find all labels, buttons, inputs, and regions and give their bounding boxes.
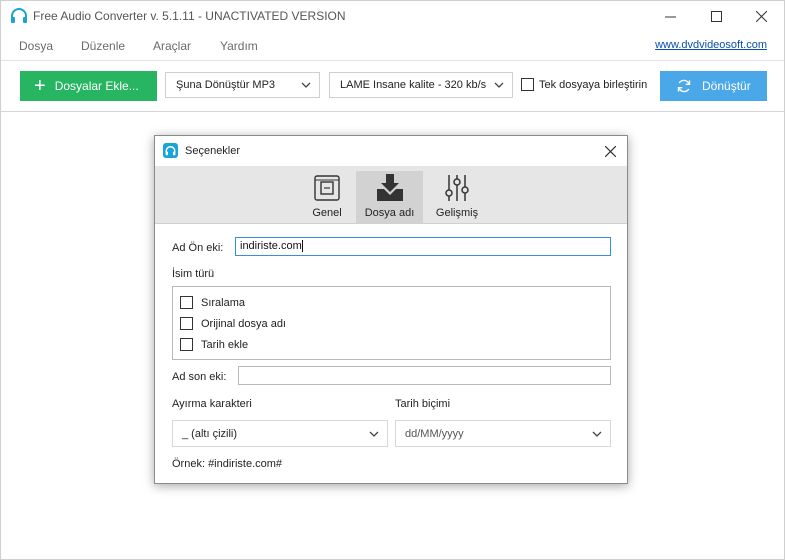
option-label: Tarih ekle	[201, 338, 249, 351]
text-caret	[301, 240, 303, 253]
chevron-down-icon	[369, 431, 379, 437]
option-checkbox[interactable]	[180, 296, 193, 309]
merge-checkbox[interactable]	[521, 78, 534, 91]
option-siralama[interactable]: Sıralama	[180, 296, 245, 309]
window-title: Free Audio Converter v. 5.1.11 - UNACTIV…	[33, 9, 346, 23]
convert-label: Dönüştür	[702, 79, 751, 93]
chevron-down-icon	[592, 431, 602, 437]
menu-bar: Dosya Düzenle Araçlar Yardım www.dvdvide…	[1, 32, 784, 60]
name-type-group: Sıralama Orijinal dosya adı Tarih ekle	[172, 286, 611, 360]
name-type-label: İsim türü	[172, 268, 215, 280]
quality-select-value: LAME Insane kalite - 320 kb/s	[340, 79, 487, 91]
option-label: Sıralama	[201, 296, 246, 309]
plus-icon: +	[34, 75, 46, 97]
tab-label: Genel	[312, 207, 342, 219]
prefix-input[interactable]: indiriste.com	[235, 237, 611, 256]
close-icon	[604, 145, 616, 157]
separator-value: _ (altı çizili)	[182, 427, 238, 440]
separator-label: Ayırma karakteri	[172, 398, 252, 410]
dialog-title-bar: Seçenekler	[155, 136, 627, 166]
quality-select[interactable]: LAME Insane kalite - 320 kb/s	[329, 72, 513, 98]
convert-button[interactable]: Dönüştür	[660, 71, 767, 101]
format-select[interactable]: Şuna Dönüştür MP3	[165, 72, 320, 98]
website-link[interactable]: www.dvdvideosoft.com	[655, 39, 767, 51]
chevron-down-icon	[301, 82, 311, 88]
dialog-title: Seçenekler	[185, 145, 241, 157]
minimize-button[interactable]	[647, 1, 693, 32]
merge-option[interactable]: Tek dosyaya birleştirin	[521, 78, 647, 91]
date-format-select[interactable]: dd/MM/yyyy	[395, 420, 611, 447]
suffix-input[interactable]	[238, 366, 611, 385]
prefix-label: Ad Ön eki:	[172, 242, 224, 254]
options-dialog: Seçenekler Genel Dosya adı Gelişmiş Ad Ö…	[154, 135, 628, 484]
separator-select[interactable]: _ (altı çizili)	[172, 420, 388, 447]
tab-gelismis[interactable]: Gelişmiş	[433, 171, 481, 223]
download-folder-icon	[376, 174, 403, 201]
suffix-label: Ad son eki:	[172, 371, 227, 383]
tab-genel[interactable]: Genel	[305, 171, 349, 223]
tab-dosya-adi[interactable]: Dosya adı	[356, 171, 423, 223]
sliders-icon	[445, 175, 469, 201]
option-checkbox[interactable]	[180, 338, 193, 351]
close-icon	[755, 11, 767, 22]
tab-label: Gelişmiş	[435, 207, 479, 219]
maximize-icon	[710, 11, 722, 22]
headphones-icon	[163, 143, 178, 158]
prefix-value: indiriste.com	[240, 240, 302, 252]
merge-label: Tek dosyaya birleştirin	[539, 78, 648, 91]
device-icon	[314, 175, 340, 201]
option-checkbox[interactable]	[180, 317, 193, 330]
option-orijinal-dosya-adi[interactable]: Orijinal dosya adı	[180, 317, 286, 330]
example-text: Örnek: #indiriste.com#	[172, 458, 283, 470]
toolbar: + Dosyalar Ekle... Şuna Dönüştür MP3 LAM…	[1, 60, 784, 112]
close-button[interactable]	[738, 1, 784, 32]
date-format-label: Tarih biçimi	[395, 398, 451, 410]
option-label: Orijinal dosya adı	[201, 317, 286, 330]
tab-label: Dosya adı	[364, 207, 415, 219]
chevron-down-icon	[494, 82, 504, 88]
maximize-button[interactable]	[693, 1, 739, 32]
dialog-close-button[interactable]	[601, 142, 619, 160]
menu-araclar[interactable]: Araçlar	[153, 39, 191, 53]
format-select-value: Şuna Dönüştür MP3	[176, 79, 276, 91]
minimize-icon	[664, 16, 676, 18]
date-format-value: dd/MM/yyyy	[405, 427, 464, 440]
headphones-icon	[11, 8, 27, 23]
title-bar: Free Audio Converter v. 5.1.11 - UNACTIV…	[1, 1, 784, 32]
add-files-label: Dosyalar Ekle...	[54, 79, 139, 93]
add-files-button[interactable]: + Dosyalar Ekle...	[20, 71, 157, 101]
options-tabbar: Genel Dosya adı Gelişmiş	[155, 166, 627, 224]
option-tarih-ekle[interactable]: Tarih ekle	[180, 338, 248, 351]
menu-dosya[interactable]: Dosya	[19, 39, 53, 53]
menu-yardim[interactable]: Yardım	[220, 39, 258, 53]
menu-duzenle[interactable]: Düzenle	[81, 39, 125, 53]
refresh-icon	[677, 79, 691, 93]
